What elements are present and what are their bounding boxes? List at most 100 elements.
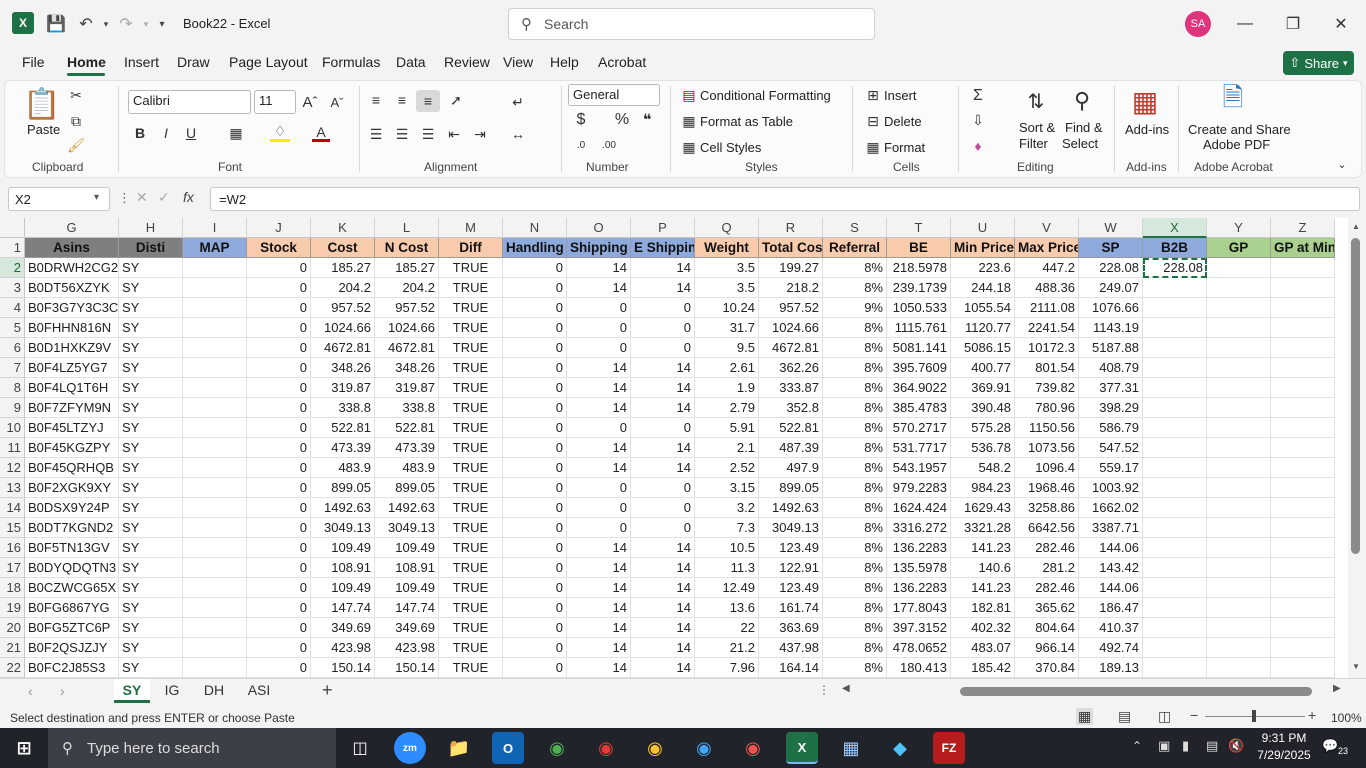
table-cell[interactable]: 14 xyxy=(567,378,631,398)
table-cell[interactable] xyxy=(1143,538,1207,558)
table-cell[interactable] xyxy=(1207,378,1271,398)
column-header-x[interactable]: X xyxy=(1143,218,1207,238)
table-cell[interactable]: 3.5 xyxy=(695,258,759,278)
table-cell[interactable]: B0F4LZ5YG7 xyxy=(25,358,119,378)
row-header[interactable]: 6 xyxy=(0,338,25,358)
table-cell[interactable]: SY xyxy=(119,418,183,438)
table-cell[interactable]: 0 xyxy=(567,318,631,338)
table-cell[interactable]: 957.52 xyxy=(375,298,439,318)
filezilla-icon[interactable]: FZ xyxy=(933,732,965,764)
table-cell[interactable] xyxy=(1207,338,1271,358)
table-cell[interactable]: SY xyxy=(119,438,183,458)
table-cell[interactable] xyxy=(1143,518,1207,538)
table-cell[interactable]: 0 xyxy=(247,538,311,558)
table-cell[interactable]: 5187.88 xyxy=(1079,338,1143,358)
table-cell[interactable]: 408.79 xyxy=(1079,358,1143,378)
fill-color-icon[interactable]: ♢ xyxy=(270,123,290,142)
table-cell[interactable] xyxy=(183,538,247,558)
table-cell[interactable]: 0 xyxy=(503,458,567,478)
table-cell[interactable] xyxy=(183,338,247,358)
table-cell[interactable]: 0 xyxy=(503,598,567,618)
table-cell[interactable]: 12.49 xyxy=(695,578,759,598)
table-cell[interactable] xyxy=(1207,418,1271,438)
table-cell[interactable]: 14 xyxy=(631,358,695,378)
column-header-g[interactable]: G xyxy=(25,218,119,238)
table-cell[interactable]: SY xyxy=(119,258,183,278)
table-cell[interactable] xyxy=(183,498,247,518)
format-as-table-button[interactable]: Format as Table xyxy=(700,114,793,129)
table-cell[interactable]: 0 xyxy=(247,378,311,398)
table-cell[interactable] xyxy=(1207,478,1271,498)
currency-icon[interactable]: $ xyxy=(572,110,590,130)
page-break-view-icon[interactable]: ◫ xyxy=(1158,708,1171,725)
table-cell[interactable]: B0F5TN13GV xyxy=(25,538,119,558)
table-cell[interactable]: 144.06 xyxy=(1079,538,1143,558)
chrome-icon[interactable]: ◉ xyxy=(639,732,671,764)
row-header[interactable]: 18 xyxy=(0,578,25,598)
table-cell[interactable] xyxy=(1207,258,1271,278)
header-cell[interactable]: B2B xyxy=(1143,238,1207,258)
table-cell[interactable]: 14 xyxy=(567,258,631,278)
table-cell[interactable]: 1150.56 xyxy=(1015,418,1079,438)
table-cell[interactable]: 249.07 xyxy=(1079,278,1143,298)
table-cell[interactable]: TRUE xyxy=(439,518,503,538)
table-cell[interactable]: 8% xyxy=(823,338,887,358)
table-cell[interactable]: 363.69 xyxy=(759,618,823,638)
font-color-icon[interactable]: A xyxy=(312,124,330,142)
percent-icon[interactable]: % xyxy=(612,110,632,130)
table-cell[interactable] xyxy=(1207,318,1271,338)
table-cell[interactable]: 14 xyxy=(631,638,695,658)
table-cell[interactable]: 8% xyxy=(823,618,887,638)
table-cell[interactable]: 497.9 xyxy=(759,458,823,478)
table-cell[interactable] xyxy=(1207,398,1271,418)
table-cell[interactable]: 147.74 xyxy=(375,598,439,618)
table-cell[interactable] xyxy=(183,358,247,378)
format-cells-button[interactable]: Format xyxy=(884,140,925,155)
table-cell[interactable]: 8% xyxy=(823,378,887,398)
table-cell[interactable]: B0F45LTZYJ xyxy=(25,418,119,438)
table-cell[interactable]: 14 xyxy=(567,458,631,478)
table-cell[interactable]: 984.23 xyxy=(951,478,1015,498)
align-top-icon[interactable]: ≡ xyxy=(366,90,386,110)
align-bottom-icon[interactable]: ≡ xyxy=(416,90,440,112)
table-cell[interactable]: B0FC2J85S3 xyxy=(25,658,119,678)
table-cell[interactable]: 0 xyxy=(567,298,631,318)
row-header[interactable]: 8 xyxy=(0,378,25,398)
table-cell[interactable] xyxy=(1143,478,1207,498)
table-cell[interactable]: 0 xyxy=(503,258,567,278)
normal-view-icon[interactable]: ▦ xyxy=(1076,708,1094,725)
table-cell[interactable]: SY xyxy=(119,358,183,378)
table-cell[interactable]: 3316.272 xyxy=(887,518,951,538)
active-cell[interactable]: 228.08 xyxy=(1143,258,1207,278)
tab-help[interactable]: Help xyxy=(550,54,579,70)
comma-icon[interactable]: ❝ xyxy=(640,110,654,130)
table-cell[interactable]: 0 xyxy=(247,298,311,318)
header-cell[interactable]: SP xyxy=(1079,238,1143,258)
table-cell[interactable]: 423.98 xyxy=(375,638,439,658)
create-share-pdf-label[interactable]: Create and Share xyxy=(1188,122,1291,137)
table-cell[interactable] xyxy=(183,398,247,418)
table-cell[interactable]: 0 xyxy=(247,358,311,378)
table-cell[interactable]: 1115.761 xyxy=(887,318,951,338)
windows-start-icon[interactable]: ⊞ xyxy=(8,732,40,764)
table-cell[interactable]: 14 xyxy=(631,258,695,278)
table-cell[interactable]: 141.23 xyxy=(951,538,1015,558)
table-cell[interactable]: 10.5 xyxy=(695,538,759,558)
table-cell[interactable]: 739.82 xyxy=(1015,378,1079,398)
table-cell[interactable]: 0 xyxy=(247,418,311,438)
table-cell[interactable] xyxy=(1207,658,1271,678)
cell-styles-icon[interactable]: ▦ xyxy=(680,138,698,156)
table-cell[interactable]: SY xyxy=(119,478,183,498)
header-cell[interactable]: Handling xyxy=(503,238,567,258)
vertical-scroll-thumb[interactable] xyxy=(1351,238,1360,554)
table-cell[interactable]: 0 xyxy=(567,478,631,498)
table-cell[interactable]: 218.2 xyxy=(759,278,823,298)
table-cell[interactable]: 11.3 xyxy=(695,558,759,578)
table-cell[interactable]: B0F3G7Y3C3C xyxy=(25,298,119,318)
table-cell[interactable]: 0 xyxy=(503,438,567,458)
table-cell[interactable]: B0DRWH2CG2 xyxy=(25,258,119,278)
table-cell[interactable]: 2.1 xyxy=(695,438,759,458)
table-cell[interactable]: 14 xyxy=(631,658,695,678)
table-cell[interactable]: 109.49 xyxy=(311,578,375,598)
table-cell[interactable]: 14 xyxy=(631,438,695,458)
